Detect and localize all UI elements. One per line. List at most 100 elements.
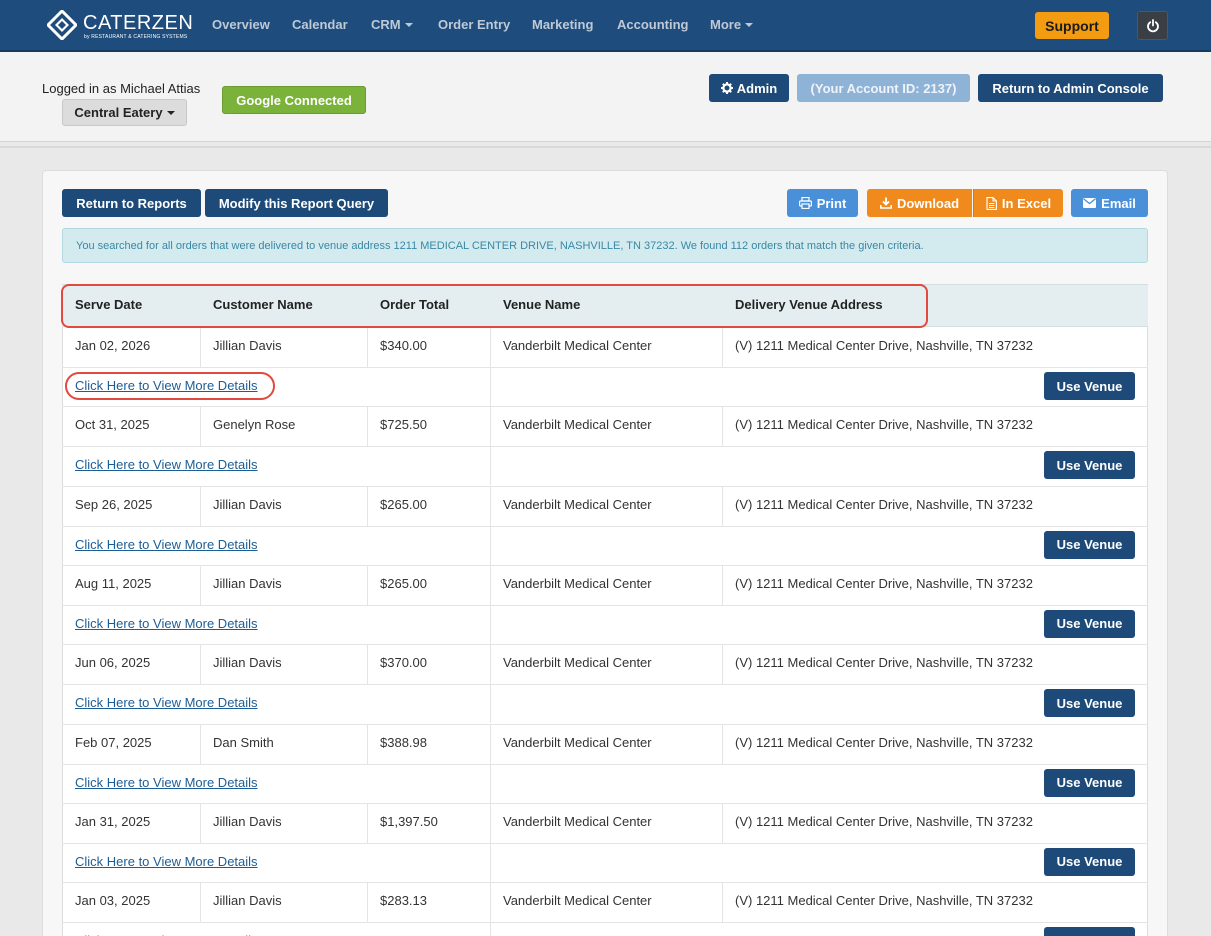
nav-calendar-label: Calendar <box>292 17 348 32</box>
row-divider <box>62 802 1148 804</box>
nav-order-entry-label: Order Entry <box>438 17 511 32</box>
nav-more[interactable]: More <box>710 17 754 32</box>
nav-overview-label: Overview <box>212 17 270 32</box>
download-button[interactable]: Download <box>867 189 972 217</box>
column-divider <box>490 882 491 923</box>
use-venue-button[interactable]: Use Venue <box>1044 927 1135 936</box>
table-cell-customer: Genelyn Rose <box>213 417 296 433</box>
column-divider <box>722 485 723 526</box>
table-cell-address: (V) 1211 Medical Center Drive, Nashville… <box>735 417 1033 433</box>
table-cell-serve-date: Jan 31, 2025 <box>75 813 151 829</box>
table-cell-customer: Jillian Davis <box>213 893 282 909</box>
header-highlight-annotation <box>61 284 928 328</box>
caterzen-logo[interactable]: CaterZen by RESTAURANT & CATERING SYSTEM… <box>47 9 193 43</box>
view-more-details-link[interactable]: Click Here to View More Details <box>75 537 258 552</box>
caterzen-logo-icon <box>47 10 77 40</box>
column-divider <box>490 604 491 644</box>
return-to-reports-button[interactable]: Return to Reports <box>62 189 201 217</box>
row-divider <box>62 922 1148 924</box>
nav-calendar[interactable]: Calendar <box>292 17 348 32</box>
column-divider <box>722 564 723 605</box>
return-to-admin-console-button[interactable]: Return to Admin Console <box>978 74 1163 102</box>
view-more-details-link[interactable]: Click Here to View More Details <box>75 775 258 790</box>
table-cell-total: $265.00 <box>380 496 427 512</box>
email-label: Email <box>1101 195 1136 211</box>
table-cell-venue: Vanderbilt Medical Center <box>503 496 652 512</box>
use-venue-button[interactable]: Use Venue <box>1044 530 1135 559</box>
nav-crm-label: CRM <box>371 17 401 32</box>
logout-button[interactable] <box>1137 11 1168 40</box>
row-divider <box>62 604 1148 606</box>
view-more-details-link[interactable]: Click Here to View More Details <box>75 695 258 710</box>
column-divider <box>722 327 723 367</box>
view-more-details-link[interactable]: Click Here to View More Details <box>75 616 258 631</box>
row-divider <box>62 882 1148 884</box>
nav-order-entry[interactable]: Order Entry <box>438 17 510 32</box>
column-divider <box>490 842 491 882</box>
nav-accounting[interactable]: Accounting <box>617 17 689 32</box>
column-divider <box>367 564 368 605</box>
column-divider <box>200 802 201 843</box>
use-venue-button[interactable]: Use Venue <box>1044 372 1135 400</box>
use-venue-button[interactable]: Use Venue <box>1044 768 1135 797</box>
google-connected-button[interactable]: Google Connected <box>222 86 366 114</box>
column-divider <box>367 485 368 526</box>
print-button[interactable]: Print <box>787 189 858 217</box>
column-divider <box>490 763 491 803</box>
column-divider <box>200 564 201 605</box>
column-divider <box>490 406 491 447</box>
table-cell-venue: Vanderbilt Medical Center <box>503 417 652 433</box>
nav-marketing[interactable]: Marketing <box>532 17 593 32</box>
column-divider <box>722 802 723 843</box>
table-cell-serve-date: Sep 26, 2025 <box>75 496 153 512</box>
column-divider <box>367 723 368 764</box>
print-label: Print <box>816 195 847 211</box>
admin-button[interactable]: Admin <box>709 74 789 102</box>
column-divider <box>367 406 368 447</box>
download-label: Download <box>896 195 960 211</box>
use-venue-button[interactable]: Use Venue <box>1044 847 1135 876</box>
column-divider <box>490 922 491 936</box>
table-cell-customer: Jillian Davis <box>213 496 282 512</box>
support-button[interactable]: Support <box>1035 12 1109 39</box>
use-venue-button[interactable]: Use Venue <box>1044 689 1135 718</box>
row-divider <box>62 406 1148 408</box>
table-cell-address: (V) 1211 Medical Center Drive, Nashville… <box>735 813 1033 829</box>
nav-crm[interactable]: CRM <box>371 17 413 32</box>
row-divider <box>62 485 1148 487</box>
column-divider <box>490 367 491 406</box>
power-icon <box>1146 18 1159 32</box>
view-more-details-link[interactable]: Click Here to View More Details <box>75 854 258 869</box>
column-divider <box>490 684 491 724</box>
view-more-details-link[interactable]: Click Here to View More Details <box>75 457 258 472</box>
table-cell-address: (V) 1211 Medical Center Drive, Nashville… <box>735 496 1033 512</box>
table-cell-total: $370.00 <box>380 655 427 671</box>
account-id-button[interactable]: (Your Account ID: 2137) <box>797 74 970 102</box>
table-cell-address: (V) 1211 Medical Center Drive, Nashville… <box>735 338 1033 353</box>
column-divider <box>367 327 368 367</box>
table-cell-serve-date: Jan 03, 2025 <box>75 893 151 909</box>
download-excel-button[interactable]: In Excel <box>973 189 1063 217</box>
modify-report-query-button[interactable]: Modify this Report Query <box>205 189 388 217</box>
use-venue-button[interactable]: Use Venue <box>1044 609 1135 638</box>
restaurant-selector[interactable]: Central Eatery <box>62 99 187 126</box>
column-divider <box>722 723 723 764</box>
use-venue-button[interactable]: Use Venue <box>1044 451 1135 480</box>
table-cell-total: $283.13 <box>380 893 427 909</box>
document-icon <box>986 196 997 210</box>
column-divider <box>722 644 723 685</box>
table-cell-total: $340.00 <box>380 338 427 353</box>
email-button[interactable]: Email <box>1071 189 1148 217</box>
table-cell-venue: Vanderbilt Medical Center <box>503 655 652 671</box>
divider <box>0 146 1211 148</box>
column-divider <box>200 644 201 685</box>
table-cell-address: (V) 1211 Medical Center Drive, Nashville… <box>735 734 1033 750</box>
table-cell-customer: Jillian Davis <box>213 813 282 829</box>
row-divider <box>62 446 1148 448</box>
table-cell-serve-date: Aug 11, 2025 <box>75 575 152 591</box>
table-cell-total: $265.00 <box>380 575 427 591</box>
table-cell-customer: Jillian Davis <box>213 338 282 353</box>
row-divider <box>62 367 1148 368</box>
row-divider <box>62 644 1148 646</box>
nav-overview[interactable]: Overview <box>212 17 270 32</box>
